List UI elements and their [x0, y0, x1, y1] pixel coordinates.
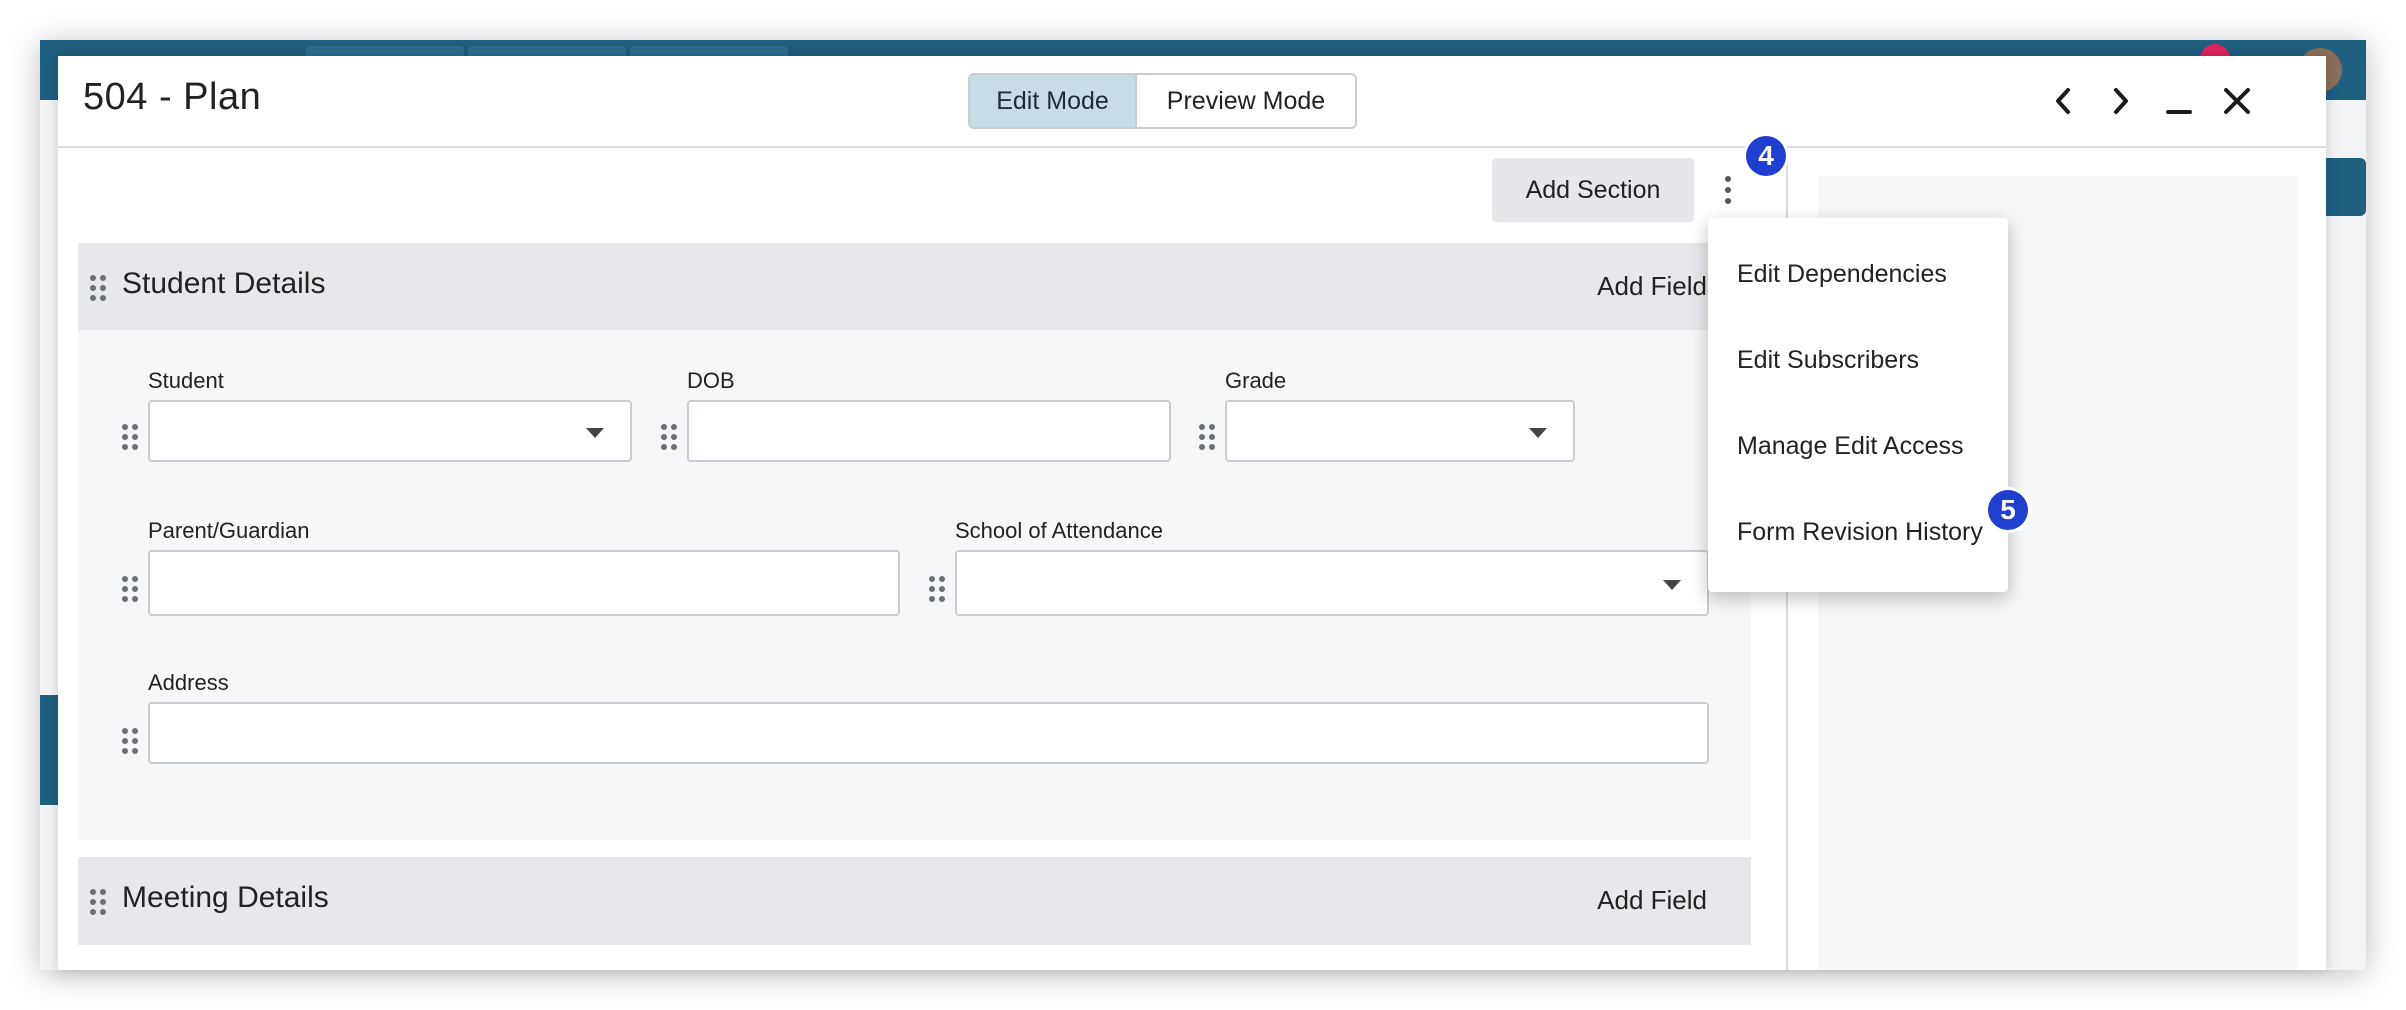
dob-field[interactable]: [687, 400, 1171, 462]
step-marker-4: 4: [1746, 136, 1786, 176]
section-body-student-details: Student DOB Grade Parent/Guardian School…: [78, 330, 1751, 840]
chevron-down-icon: [586, 428, 604, 438]
school-of-attendance-select[interactable]: [955, 550, 1709, 616]
drag-handle-icon[interactable]: [90, 889, 106, 915]
section-header-student-details: Student Details Add Field: [78, 243, 1751, 331]
chevron-left-icon[interactable]: [2038, 76, 2088, 126]
menu-item-form-revision-history[interactable]: Form Revision History: [1737, 518, 1983, 547]
drag-handle-icon[interactable]: [122, 424, 138, 450]
kebab-icon[interactable]: [1718, 168, 1738, 212]
section-title: Meeting Details: [122, 881, 329, 914]
grade-select[interactable]: [1225, 400, 1575, 462]
background-button: [2320, 158, 2366, 216]
section-header-meeting-details: Meeting Details Add Field: [78, 857, 1751, 945]
drag-handle-icon[interactable]: [661, 424, 677, 450]
menu-item-edit-subscribers[interactable]: Edit Subscribers: [1737, 346, 1919, 375]
drag-handle-icon[interactable]: [1199, 424, 1215, 450]
add-section-button[interactable]: Add Section: [1492, 158, 1694, 222]
chevron-down-icon: [1529, 428, 1547, 438]
menu-item-edit-dependencies[interactable]: Edit Dependencies: [1737, 260, 1947, 289]
field-label-student: Student: [148, 368, 224, 393]
close-icon[interactable]: [2212, 76, 2262, 126]
chevron-right-icon[interactable]: [2096, 76, 2146, 126]
add-field-button[interactable]: Add Field: [1597, 885, 1707, 916]
field-label-parent-guardian: Parent/Guardian: [148, 518, 310, 543]
drag-handle-icon[interactable]: [122, 576, 138, 602]
drag-handle-icon[interactable]: [90, 275, 106, 301]
add-field-button[interactable]: Add Field: [1597, 271, 1707, 302]
parent-guardian-field[interactable]: [148, 550, 900, 616]
form-builder-modal: 504 - Plan Edit Mode Preview Mode Add Se…: [58, 56, 2326, 970]
step-marker-5: 5: [1988, 490, 2028, 530]
edit-mode-button[interactable]: Edit Mode: [970, 75, 1135, 127]
chevron-down-icon: [1663, 580, 1681, 590]
field-label-school-of-attendance: School of Attendance: [955, 518, 1163, 543]
menu-item-manage-edit-access[interactable]: Manage Edit Access: [1737, 432, 1964, 461]
drag-handle-icon[interactable]: [929, 576, 945, 602]
preview-mode-button[interactable]: Preview Mode: [1135, 75, 1355, 127]
more-options-menu: Edit Dependencies Edit Subscribers Manag…: [1708, 218, 2008, 592]
drag-handle-icon[interactable]: [122, 728, 138, 754]
student-select[interactable]: [148, 400, 632, 462]
mode-toggle: Edit Mode Preview Mode: [968, 73, 1357, 129]
field-label-grade: Grade: [1225, 368, 1287, 393]
field-label-dob: DOB: [687, 368, 735, 393]
modal-header: 504 - Plan Edit Mode Preview Mode: [58, 56, 2326, 148]
address-field[interactable]: [148, 702, 1709, 764]
section-title: Student Details: [122, 267, 326, 300]
page-title: 504 - Plan: [83, 76, 262, 118]
field-label-address: Address: [148, 670, 229, 695]
minimize-icon[interactable]: [2154, 76, 2204, 126]
